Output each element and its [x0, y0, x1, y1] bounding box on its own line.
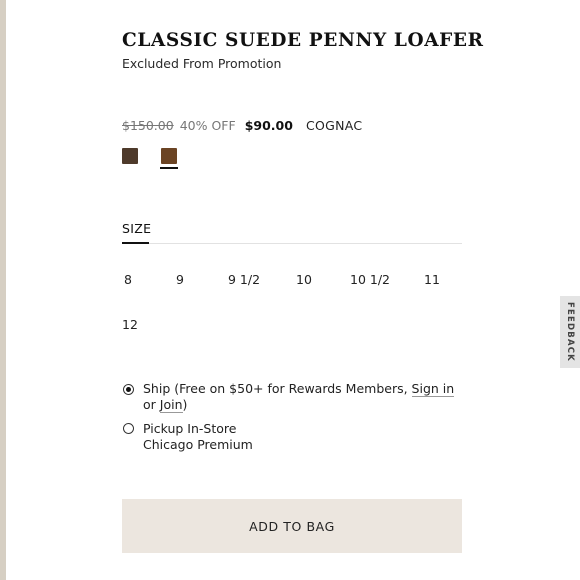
size-option-10[interactable]: 10 — [296, 272, 312, 287]
size-option-9-half[interactable]: 9 1/2 — [228, 272, 260, 287]
feedback-tab[interactable]: FEEDBACK — [560, 296, 580, 368]
ship-option-label: Ship (Free on $50+ for Rewards Members, … — [143, 381, 463, 413]
ship-option-prefix: Ship (Free on $50+ for Rewards Members, — [143, 381, 412, 396]
pickup-store-name: Chicago Premium — [143, 437, 253, 452]
price-row: $150.00 40% OFF $90.00 COGNAC — [122, 118, 362, 133]
size-option-8[interactable]: 8 — [124, 272, 132, 287]
size-option-12[interactable]: 12 — [122, 317, 138, 332]
sign-in-link[interactable]: Sign in — [411, 381, 455, 397]
color-swatch-cognac[interactable] — [161, 148, 177, 164]
ship-radio[interactable] — [123, 384, 134, 395]
left-edge-rail — [0, 0, 6, 580]
selected-color-name: COGNAC — [305, 118, 363, 133]
size-option-10-half[interactable]: 10 1/2 — [350, 272, 390, 287]
feedback-label: FEEDBACK — [565, 302, 575, 362]
product-title: CLASSIC SUEDE PENNY LOAFER — [122, 30, 484, 51]
ship-option-suffix: ) — [182, 397, 188, 412]
pickup-radio[interactable] — [123, 423, 134, 434]
tab-size[interactable]: SIZE — [122, 221, 151, 236]
add-to-bag-button[interactable]: ADD TO BAG — [122, 499, 462, 553]
join-link[interactable]: Join — [159, 397, 183, 413]
size-option-11[interactable]: 11 — [424, 272, 440, 287]
ship-option-or: or — [143, 397, 160, 412]
promotion-note: Excluded From Promotion — [122, 56, 282, 71]
selected-swatch-indicator — [160, 167, 178, 169]
size-divider — [122, 243, 462, 244]
color-swatch-dark-brown[interactable] — [122, 148, 138, 164]
original-price: $150.00 — [122, 118, 174, 133]
sale-price: $90.00 — [244, 118, 293, 133]
pickup-option-label: Pickup In-Store — [143, 421, 237, 436]
size-tab-underline — [122, 242, 149, 244]
discount-label: 40% OFF — [179, 118, 236, 133]
size-option-9[interactable]: 9 — [176, 272, 184, 287]
